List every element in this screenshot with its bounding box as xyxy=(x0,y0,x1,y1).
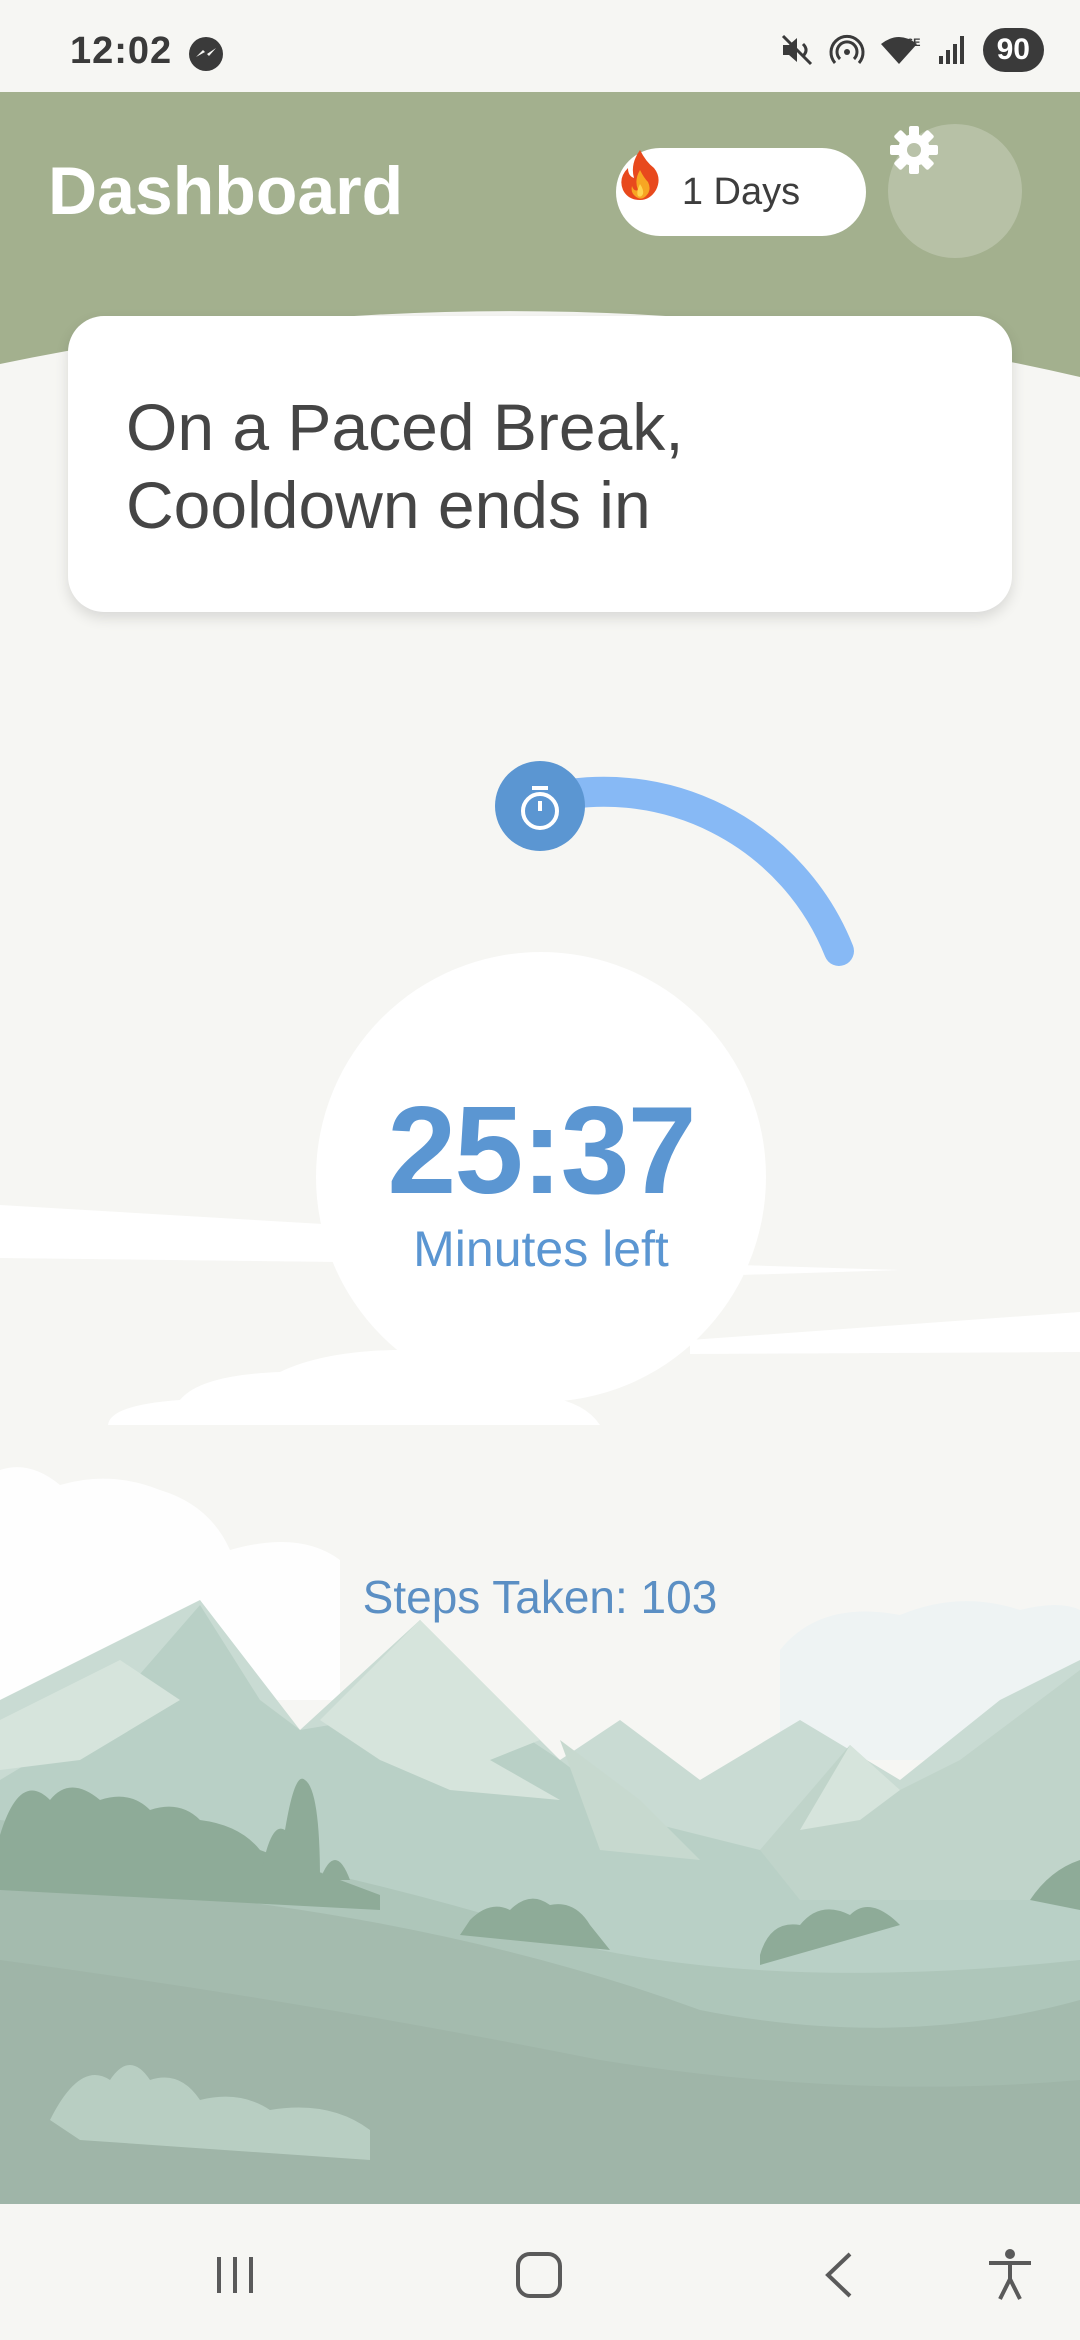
stopwatch-icon xyxy=(495,761,585,851)
navigation-bar xyxy=(0,2204,1080,2340)
back-button[interactable] xyxy=(805,2240,875,2310)
recent-apps-button[interactable] xyxy=(200,2240,270,2310)
recent-apps-icon xyxy=(217,2257,253,2293)
home-button[interactable] xyxy=(504,2240,574,2310)
timer-label: Minutes left xyxy=(413,1221,669,1277)
back-icon xyxy=(825,2252,852,2298)
accessibility-button[interactable] xyxy=(975,2240,1045,2310)
timer-countdown: 25:37 xyxy=(387,1082,696,1220)
timer-progress-arc xyxy=(495,761,854,966)
steps-counter: Steps Taken: 103 xyxy=(362,1571,718,1623)
home-icon xyxy=(516,2252,562,2298)
accessibility-icon xyxy=(989,2249,1031,2300)
